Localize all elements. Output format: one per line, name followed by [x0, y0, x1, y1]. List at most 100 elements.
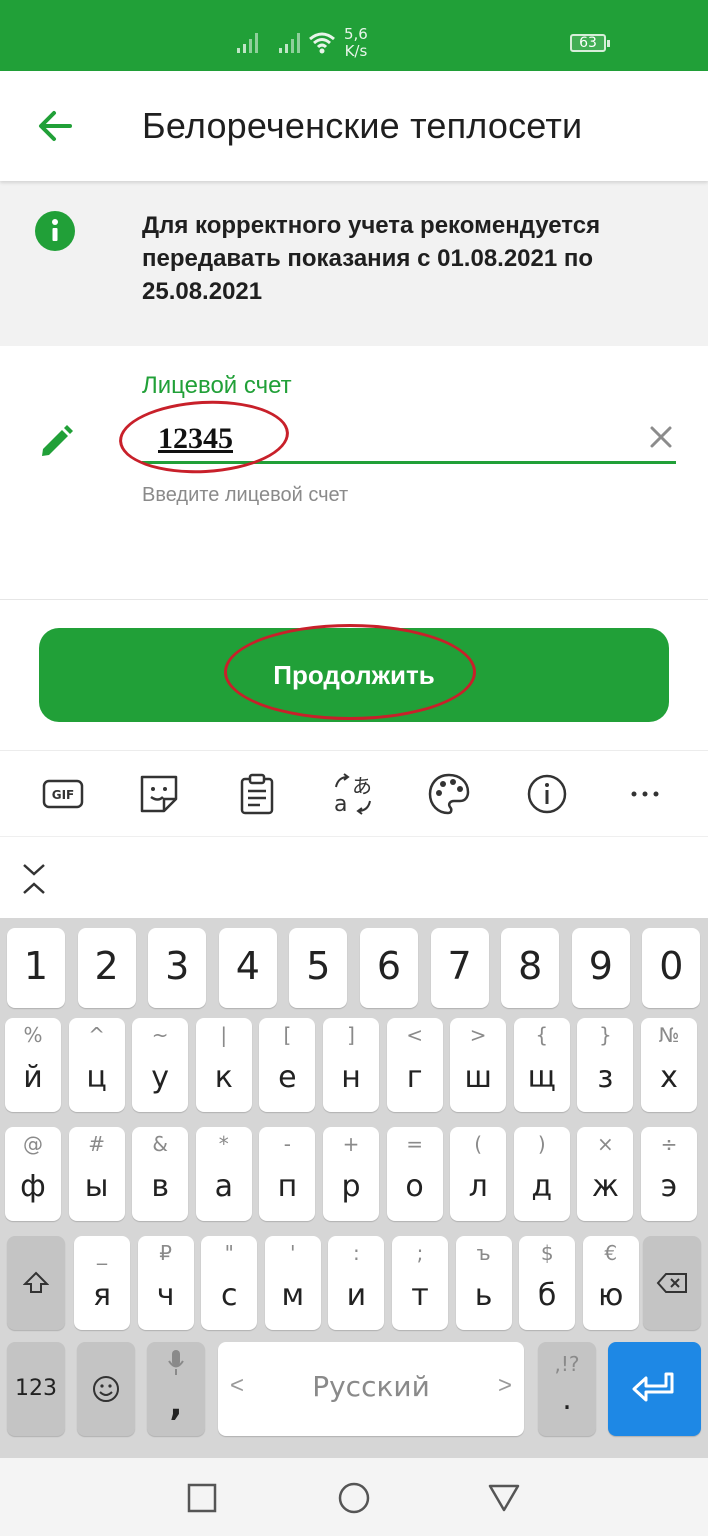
shift-key[interactable] — [7, 1236, 65, 1330]
key[interactable]: 8 — [501, 928, 560, 1008]
key[interactable]: + р — [323, 1127, 379, 1221]
key-label: 9 — [588, 944, 613, 988]
key[interactable]: ) д — [513, 1127, 570, 1221]
key[interactable]: % й — [5, 1018, 61, 1112]
recent-apps-icon[interactable] — [184, 1480, 220, 1516]
key-label: 5 — [306, 944, 331, 988]
translate-icon[interactable]: a あ — [330, 771, 376, 817]
arrow-left-icon[interactable] — [30, 101, 80, 151]
enter-icon — [632, 1372, 674, 1402]
space-key[interactable]: < Русский > — [218, 1342, 524, 1436]
key-alt-label: > — [469, 1023, 487, 1047]
key[interactable]: # ы — [68, 1127, 125, 1221]
sticker-icon[interactable] — [136, 771, 182, 817]
keyboard-toolbar: GIF a あ — [0, 750, 708, 836]
key-label: ч — [156, 1278, 175, 1313]
key-label: ж — [591, 1169, 619, 1204]
period-key[interactable]: ,!? . — [538, 1342, 596, 1436]
key[interactable]: _ я — [74, 1236, 130, 1330]
emoji-icon — [93, 1376, 119, 1402]
key[interactable]: ъь — [455, 1236, 512, 1330]
key-label: 1 — [23, 944, 49, 988]
shift-icon — [23, 1271, 49, 1293]
svg-text:a: a — [334, 792, 347, 817]
notice-text: Для корректного учета рекомендуется пере… — [142, 212, 601, 305]
svg-text:あ: あ — [352, 774, 372, 798]
key[interactable]: :и — [328, 1236, 385, 1330]
key[interactable]: -п — [259, 1127, 316, 1221]
key[interactable]: № х — [641, 1018, 697, 1112]
enter-key[interactable] — [608, 1342, 701, 1436]
key[interactable]: 3 — [148, 928, 207, 1008]
key[interactable]: 4 — [218, 928, 277, 1008]
key[interactable]: 2 — [77, 928, 136, 1008]
key[interactable]: ' м — [264, 1236, 321, 1330]
key-label: ш — [464, 1060, 492, 1095]
key[interactable]: × ж — [577, 1127, 634, 1221]
info-icon — [35, 211, 75, 251]
key[interactable]: ^ ц — [68, 1018, 125, 1112]
key[interactable]: 0 — [642, 928, 701, 1008]
key[interactable]: & в — [132, 1127, 189, 1221]
gif-icon[interactable]: GIF — [40, 771, 86, 817]
key[interactable]: ₽ ч — [137, 1236, 194, 1330]
key[interactable]: [е — [259, 1018, 316, 1112]
key[interactable]: 5 — [289, 928, 348, 1008]
key-label: в — [151, 1169, 170, 1204]
key[interactable]: 7 — [430, 928, 489, 1008]
key[interactable]: {щ — [513, 1018, 570, 1112]
comma-key[interactable]: , — [147, 1342, 205, 1436]
home-icon[interactable] — [336, 1480, 372, 1516]
key[interactable]: | к — [195, 1018, 252, 1112]
key-alt-label: _ — [97, 1241, 107, 1265]
account-number-input[interactable] — [142, 416, 676, 464]
key[interactable]: @ ф — [5, 1127, 61, 1221]
key[interactable]: 6 — [360, 928, 418, 1008]
info-notice: Для корректного учета рекомендуется пере… — [0, 181, 708, 346]
clipboard-icon[interactable] — [234, 771, 280, 817]
page-title: Белореченские теплосети — [142, 105, 583, 146]
number-switch-key[interactable]: 123 — [7, 1342, 65, 1436]
palette-icon[interactable] — [426, 771, 472, 817]
more-icon[interactable] — [622, 771, 668, 817]
backspace-key[interactable] — [643, 1236, 701, 1330]
key-label: 123 — [15, 1376, 57, 1401]
collapse-icon[interactable] — [18, 861, 50, 897]
key[interactable]: € ю — [582, 1236, 639, 1330]
key[interactable]: 9 — [571, 928, 630, 1008]
key[interactable]: ] н — [323, 1018, 379, 1112]
back-triangle-icon[interactable] — [486, 1480, 522, 1516]
field-hint: Введите лицевой счет — [142, 484, 349, 506]
key[interactable]: < г — [386, 1018, 443, 1112]
key-alt-label: ÷ — [660, 1132, 678, 1156]
close-icon[interactable] — [646, 422, 676, 452]
key-alt-label: № — [658, 1023, 680, 1047]
key-alt-label: $ — [540, 1241, 554, 1265]
key[interactable]: * а — [195, 1127, 252, 1221]
key-label: б — [537, 1278, 557, 1313]
key[interactable]: ~ у — [132, 1018, 189, 1112]
key[interactable]: > ш — [450, 1018, 507, 1112]
svg-text:GIF: GIF — [52, 788, 75, 802]
info-circle-icon[interactable] — [524, 771, 570, 817]
key[interactable]: ÷ э — [641, 1127, 697, 1221]
key-label: г — [406, 1060, 423, 1095]
key[interactable]: = о — [386, 1127, 443, 1221]
key-label: щ — [527, 1060, 556, 1095]
key-label: е — [278, 1060, 297, 1095]
key-alt-label: & — [152, 1132, 168, 1156]
key-alt-label: ₽ — [159, 1241, 172, 1265]
key[interactable]: 1 — [7, 928, 65, 1008]
key[interactable]: " с — [201, 1236, 258, 1330]
key[interactable]: $ б — [519, 1236, 576, 1330]
key-label: к — [214, 1060, 233, 1095]
key[interactable]: (л — [450, 1127, 507, 1221]
emoji-key[interactable] — [77, 1342, 135, 1436]
key-label: я — [92, 1278, 112, 1313]
continue-button[interactable]: Продолжить — [39, 628, 669, 722]
space-right-arrow: > — [497, 1372, 512, 1399]
speed-unit: K/s — [344, 42, 368, 60]
key[interactable]: ; т — [392, 1236, 448, 1330]
key-alt-label: € — [604, 1241, 618, 1265]
key[interactable]: } з — [577, 1018, 634, 1112]
